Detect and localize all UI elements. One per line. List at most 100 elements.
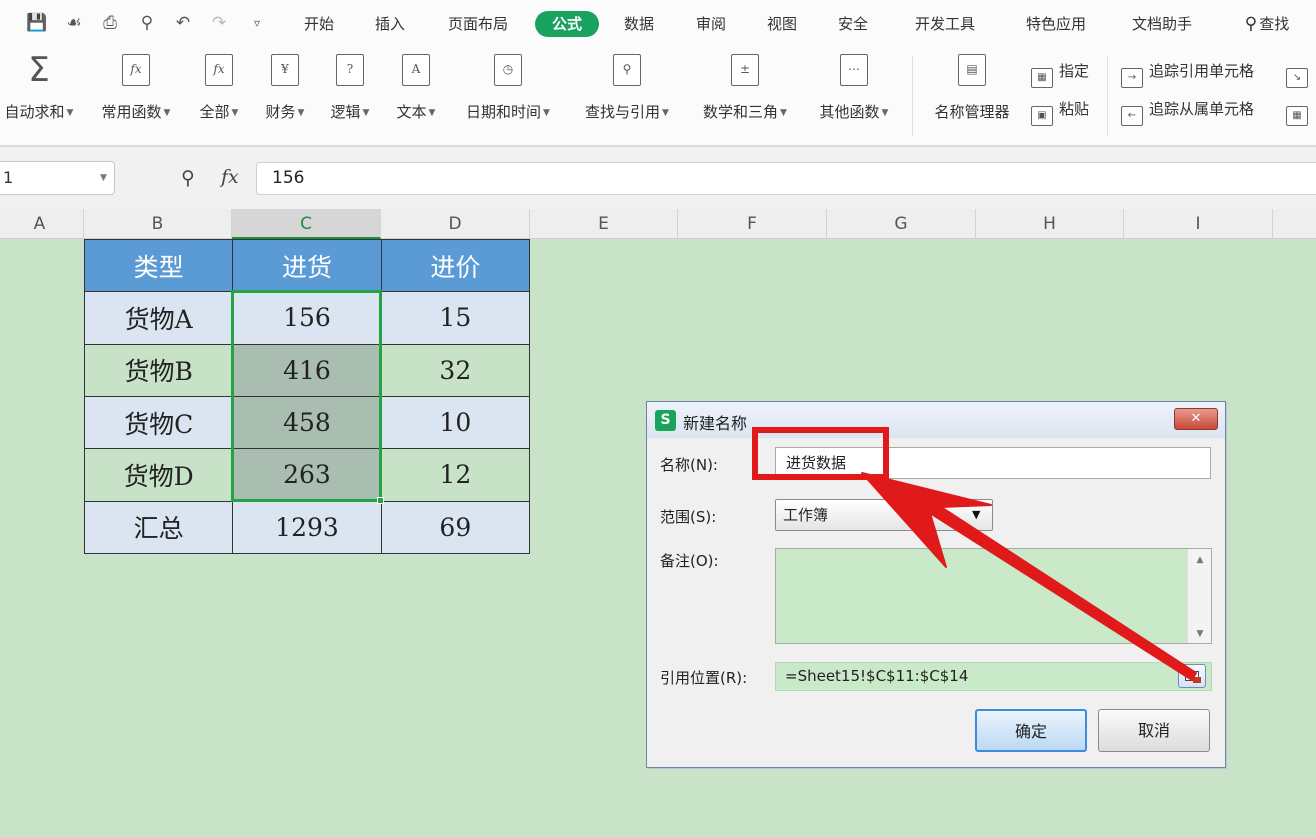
tab-security[interactable]: 安全 — [834, 11, 872, 37]
column-header-g[interactable]: G — [827, 209, 976, 239]
menu-bar: 💾 ☙ ⎙ ⚲ ↶ ↷ ▿ 开始 插入 页面布局 公式 数据 审阅 视图 安全 … — [0, 0, 1316, 46]
undo-icon[interactable]: ↶ — [172, 12, 194, 34]
column-header-h[interactable]: H — [976, 209, 1124, 239]
finance-icon: ¥ — [271, 54, 299, 86]
lookup-functions-button[interactable]: ⚲ 查找与引用 ▼ — [574, 54, 680, 122]
save-icon[interactable]: 💾 — [26, 12, 48, 34]
column-header-a[interactable]: A — [0, 209, 84, 239]
column-header-b[interactable]: B — [84, 209, 232, 239]
cell-b[interactable]: 货物D — [83, 448, 234, 502]
cell-d[interactable]: 69 — [380, 500, 531, 555]
tab-page-layout[interactable]: 页面布局 — [442, 11, 514, 37]
tab-insert[interactable]: 插入 — [371, 11, 409, 37]
print-icon[interactable]: ⎙ — [99, 12, 121, 34]
new-name-dialog: S 新建名称 ✕ 名称(N): 进货数据 范围(S): 工作簿 ▼ 备注(O):… — [646, 401, 1226, 768]
reference-field[interactable]: =Sheet15!$C$11:$C$14 — [775, 662, 1212, 691]
specify-button[interactable]: ▦ 指定 — [1031, 59, 1089, 88]
math-icon: ± — [731, 54, 759, 86]
finance-functions-button[interactable]: ¥ 财务 ▼ — [259, 54, 311, 122]
trace-dependents-icon: ← — [1121, 106, 1143, 126]
cell-d[interactable]: 15 — [380, 291, 531, 345]
cell-d[interactable]: 32 — [380, 343, 531, 397]
column-header-d[interactable]: D — [381, 209, 530, 239]
logic-label: 逻辑 — [330, 103, 361, 121]
ok-button[interactable]: 确定 — [975, 709, 1087, 752]
quick-access-dropdown-icon[interactable]: ▿ — [246, 12, 268, 34]
trace-precedents-button[interactable]: → 追踪引用单元格 — [1121, 59, 1255, 88]
column-header-next[interactable] — [1273, 209, 1316, 239]
redo-icon[interactable]: ↷ — [208, 12, 230, 34]
cell-b[interactable]: 货物C — [83, 395, 234, 450]
name-box[interactable]: 1 — [0, 161, 115, 195]
comment-textarea[interactable]: ▲ ▼ — [775, 548, 1212, 644]
math-label: 数学和三角 — [703, 103, 779, 121]
print-preview-icon[interactable]: ⚲ — [136, 12, 158, 34]
range-picker-button[interactable] — [1178, 664, 1206, 688]
cancel-button[interactable]: 取消 — [1098, 709, 1210, 752]
cell-b[interactable]: 货物A — [83, 291, 234, 345]
logic-functions-button[interactable]: ? 逻辑 ▼ — [324, 54, 376, 122]
scroll-down-icon[interactable]: ▼ — [1188, 629, 1212, 639]
show-formulas-button[interactable]: ▦ — [1286, 97, 1308, 126]
remove-arrows-icon: ↘ — [1286, 68, 1308, 88]
cell-c[interactable]: 1293 — [232, 500, 382, 555]
range-picker-icon-accent — [1193, 677, 1201, 683]
all-functions-button[interactable]: fx 全部 ▼ — [193, 54, 245, 122]
text-functions-button[interactable]: A 文本 ▼ — [390, 54, 442, 122]
autosum-button[interactable]: Σ 自动求和 ▼ — [0, 53, 84, 122]
tab-home[interactable]: 开始 — [300, 11, 338, 37]
formula-input[interactable]: 156 — [256, 162, 1316, 195]
tab-data[interactable]: 数据 — [620, 11, 658, 37]
tab-review[interactable]: 审阅 — [692, 11, 730, 37]
autosum-label: 自动求和 — [4, 103, 65, 121]
text-label: 文本 — [396, 103, 427, 121]
name-manager-button[interactable]: ▤ 名称管理器 — [926, 54, 1018, 122]
scope-select[interactable]: 工作簿 ▼ — [775, 499, 993, 531]
scroll-up-icon[interactable]: ▲ — [1188, 555, 1212, 565]
chevron-down-icon[interactable]: ▼ — [100, 161, 107, 195]
trace-precedents-label: 追踪引用单元格 — [1149, 62, 1255, 80]
tab-view[interactable]: 视图 — [763, 11, 801, 37]
fill-handle[interactable] — [377, 497, 384, 504]
column-header-e[interactable]: E — [530, 209, 678, 239]
cell-d[interactable]: 10 — [380, 395, 531, 450]
search-button[interactable]: ⚲ 查找 — [1236, 11, 1298, 37]
zoom-search-icon[interactable]: ⚲ — [181, 167, 195, 189]
column-header-c[interactable]: C — [232, 209, 381, 239]
common-functions-button[interactable]: fx 常用函数 ▼ — [93, 54, 179, 122]
cell-b[interactable]: 汇总 — [83, 500, 234, 555]
column-header-i[interactable]: I — [1124, 209, 1273, 239]
scope-value: 工作簿 — [783, 506, 829, 524]
header-price[interactable]: 进价 — [380, 238, 531, 293]
remove-arrows-button[interactable]: ↘ — [1286, 59, 1308, 88]
logic-icon: ? — [336, 54, 364, 86]
datetime-functions-button[interactable]: ◷ 日期和时间 ▼ — [455, 54, 561, 122]
tab-special-apps[interactable]: 特色应用 — [1020, 11, 1092, 37]
trace-precedents-icon: → — [1121, 68, 1143, 88]
ribbon-toolbar: Σ 自动求和 ▼ fx 常用函数 ▼ fx 全部 ▼ ¥ 财务 ▼ ? 逻辑 ▼ A 文本… — [0, 46, 1316, 146]
ribbon-divider — [912, 56, 913, 136]
math-functions-button[interactable]: ± 数学和三角 ▼ — [692, 54, 798, 122]
column-header-f[interactable]: F — [678, 209, 827, 239]
paste-name-button[interactable]: ▣ 粘贴 — [1031, 97, 1089, 126]
dialog-title: 新建名称 — [683, 414, 748, 433]
tab-developer[interactable]: 开发工具 — [909, 11, 981, 37]
dialog-titlebar[interactable]: S 新建名称 ✕ — [647, 402, 1225, 438]
common-functions-icon: fx — [122, 54, 150, 86]
text-function-icon: A — [402, 54, 430, 86]
tab-doc-assistant[interactable]: 文档助手 — [1126, 11, 1198, 37]
other-functions-button[interactable]: ⋯ 其他函数 ▼ — [809, 54, 899, 122]
close-button[interactable]: ✕ — [1174, 408, 1218, 430]
cell-b[interactable]: 货物B — [83, 343, 234, 397]
fx-icon[interactable]: fx — [221, 166, 239, 188]
format-painter-icon[interactable]: ☙ — [63, 12, 85, 34]
trace-dependents-button[interactable]: ← 追踪从属单元格 — [1121, 97, 1254, 126]
ribbon-divider — [1107, 56, 1108, 136]
cell-d[interactable]: 12 — [380, 448, 531, 502]
header-type[interactable]: 类型 — [83, 238, 234, 293]
header-stock[interactable]: 进货 — [232, 238, 382, 293]
search-icon: ⚲ — [1244, 14, 1258, 34]
tab-formulas[interactable]: 公式 — [535, 11, 599, 37]
comment-scrollbar[interactable]: ▲ ▼ — [1187, 549, 1211, 643]
all-functions-icon: fx — [205, 54, 233, 86]
